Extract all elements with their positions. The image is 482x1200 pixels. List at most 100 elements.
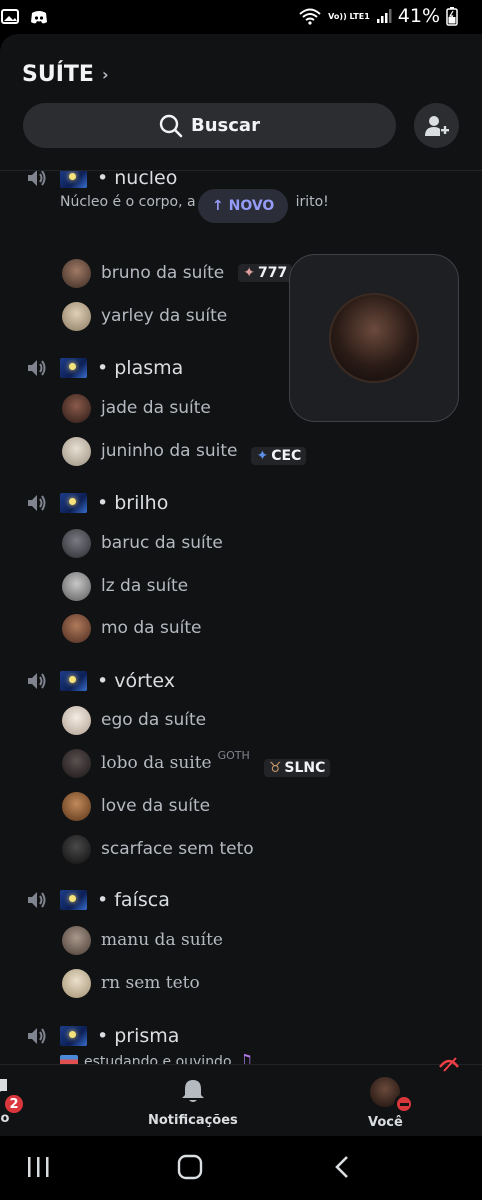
server-name: SUÍTE <box>22 62 94 87</box>
call-end-icon <box>439 1057 459 1072</box>
nav-label: Você <box>368 1115 403 1130</box>
channel-emoji <box>60 358 87 378</box>
channel-emoji <box>60 890 87 910</box>
member-name: baruc da suíte <box>101 533 223 553</box>
avatar <box>62 258 91 288</box>
channel-status: estudando e ouvindo ♫ <box>60 1051 254 1064</box>
speaker-icon <box>24 490 50 516</box>
avatar <box>62 301 91 331</box>
avatar <box>62 613 91 643</box>
voice-member[interactable]: mo da suíte <box>62 612 201 644</box>
avatar <box>62 968 91 998</box>
voice-member[interactable]: love da suíte <box>62 790 210 822</box>
channel-status-text: estudando e ouvindo <box>84 1053 232 1065</box>
avatar <box>62 528 91 558</box>
back-icon <box>335 1156 348 1178</box>
network-label: Vo)) LTE1 <box>328 11 370 21</box>
server-panel: SUÍTE › Buscar • nucleo Núcleo é o corpo… <box>0 34 482 1064</box>
channel-name: • vórtex <box>97 670 175 692</box>
voice-member[interactable]: scarface sem teto <box>62 833 254 865</box>
guild-tag-label: 777 <box>257 265 288 281</box>
tag-icon: ♉ <box>268 760 282 776</box>
member-name: juninho da suite <box>101 441 238 461</box>
member-name: lz da suíte <box>101 576 189 596</box>
avatar <box>62 791 91 821</box>
voice-channel-brilho[interactable]: • brilho <box>24 488 168 518</box>
server-header[interactable]: SUÍTE › <box>22 62 109 87</box>
battery-icon <box>446 7 458 26</box>
battery-percent: 41% <box>397 5 440 27</box>
channel-emoji <box>60 171 87 188</box>
recents-icon <box>28 1157 49 1177</box>
chevron-right-icon: › <box>101 65 109 84</box>
member-name: lobo da suite <box>101 753 212 773</box>
voice-channel-plasma[interactable]: • plasma <box>24 353 183 383</box>
search-label: Buscar <box>191 115 260 136</box>
tag-icon: ✦ <box>256 448 269 464</box>
voice-member[interactable]: yarley da suíte <box>62 300 227 332</box>
search-button[interactable]: Buscar <box>23 103 396 148</box>
add-friend-button[interactable] <box>414 103 459 148</box>
dnd-status-icon <box>394 1094 414 1114</box>
channel-name: • brilho <box>97 492 169 514</box>
speaker-icon <box>24 1023 50 1049</box>
avatar <box>329 293 419 383</box>
avatar <box>62 705 91 735</box>
channel-emoji <box>60 671 87 691</box>
avatar <box>62 834 91 864</box>
speaker-icon <box>24 668 50 694</box>
member-name: ego da suíte <box>101 710 207 730</box>
channel-name: • nucleo <box>97 171 178 189</box>
channel-list: • nucleo Núcleo é o corpo, a irito! brun… <box>0 171 482 1064</box>
system-navigation <box>0 1136 482 1200</box>
new-unread-pill[interactable]: ↑ NOVO <box>198 189 289 223</box>
guild-tag: ♉ SLNC <box>263 759 331 777</box>
music-note-icon: ♫ <box>237 1051 254 1064</box>
voice-member[interactable]: baruc da suíte <box>62 527 223 559</box>
speaker-icon <box>24 171 50 191</box>
voice-member[interactable]: lobo da suite GOTH ♉ SLNC <box>62 747 331 779</box>
guild-tag: ✦ CEC <box>251 447 307 465</box>
member-name: rn sem teto <box>101 973 200 993</box>
signal-icon <box>376 9 392 23</box>
speaker-icon <box>24 887 50 913</box>
member-name-sup: GOTH <box>217 748 250 762</box>
voice-channel-faisca[interactable]: • faísca <box>24 885 170 915</box>
member-name: love da suíte <box>101 796 211 816</box>
avatar <box>62 925 91 955</box>
channel-name: • prisma <box>97 1025 180 1047</box>
floating-voice-overlay[interactable] <box>289 254 459 422</box>
guild-tag-label: SLNC <box>284 760 326 776</box>
avatar <box>62 393 91 423</box>
wifi-icon <box>299 8 321 25</box>
member-name: scarface sem teto <box>101 839 254 859</box>
discord-icon <box>31 11 47 24</box>
add-user-icon <box>424 115 449 136</box>
voice-channel-prisma[interactable]: • prisma <box>24 1021 179 1051</box>
member-name: jade da suíte <box>101 398 211 418</box>
voice-member[interactable]: bruno da suíte ✦ 777 <box>62 257 293 289</box>
voice-member[interactable]: lz da suíte <box>62 570 188 602</box>
member-name: mo da suíte <box>101 618 202 638</box>
recent-apps-button[interactable] <box>18 1152 58 1182</box>
home-icon <box>177 1154 203 1180</box>
tag-icon: ✦ <box>243 265 255 281</box>
member-name: bruno da suíte <box>101 263 225 283</box>
guild-tag: ✦ 777 <box>238 264 293 282</box>
voice-member[interactable]: rn sem teto <box>62 967 200 999</box>
voice-member[interactable]: juninho da suite ✦ CEC <box>62 435 307 467</box>
home-button[interactable] <box>170 1152 210 1182</box>
search-icon <box>159 114 183 137</box>
channel-status-tail: irito! <box>295 194 329 210</box>
back-button[interactable] <box>322 1152 362 1182</box>
voice-member[interactable]: manu da suíte <box>62 924 223 956</box>
speaker-icon <box>24 355 50 381</box>
voice-member[interactable]: jade da suíte <box>62 392 211 424</box>
bottom-navigation: io 2 Notificações Você <box>0 1057 482 1136</box>
avatar <box>62 436 91 466</box>
voice-member[interactable]: ego da suíte <box>62 704 206 736</box>
nav-notifications[interactable]: Notificações <box>148 1077 238 1128</box>
gallery-icon <box>1 9 19 24</box>
voice-channel-nucleo[interactable]: • nucleo <box>24 171 177 193</box>
voice-channel-vortex[interactable]: • vórtex <box>24 666 175 696</box>
